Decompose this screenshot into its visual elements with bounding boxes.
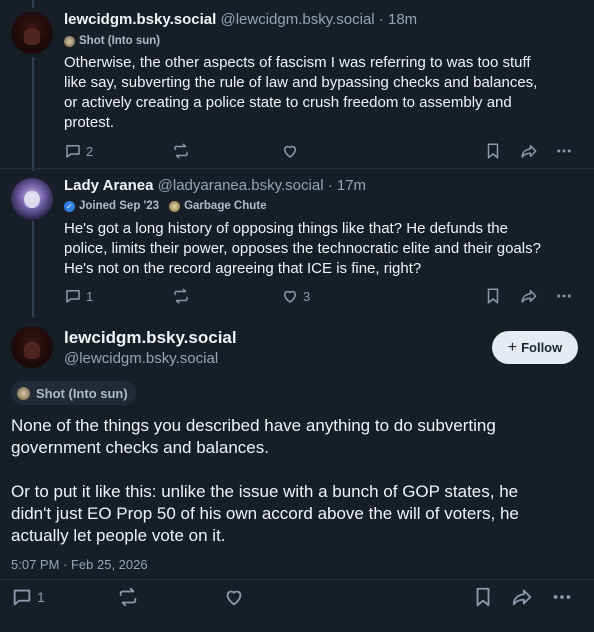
post-header: lewcidgm.bsky.social @lewcidgm.bsky.soci… <box>64 11 417 28</box>
heart-icon <box>226 590 242 606</box>
post-text: None of the things you described have an… <box>11 415 581 459</box>
bookmark-button[interactable] <box>484 142 502 160</box>
shot-badge-icon <box>64 35 75 47</box>
reply-icon <box>13 589 31 606</box>
post-timestamp[interactable]: 5:07 PM · Feb 25, 2026 <box>11 557 148 572</box>
handle[interactable]: @lewcidgm.bsky.social <box>64 350 218 367</box>
bookmark-icon <box>487 143 499 159</box>
follow-button[interactable]: + Follow <box>492 331 578 364</box>
thread-line <box>32 221 34 317</box>
verified-check-icon: ✓ <box>64 200 75 212</box>
avatar[interactable] <box>11 178 53 220</box>
share-icon <box>512 589 532 606</box>
badge-label: Shot (Into sun) <box>79 35 161 47</box>
post-time: · 18m <box>374 11 418 28</box>
handle[interactable]: @ladyaranea.bsky.social <box>158 177 324 194</box>
share-button[interactable] <box>520 142 538 160</box>
post-actions: 1 <box>11 586 591 608</box>
repost-button[interactable] <box>172 142 194 160</box>
reply-button[interactable]: 1 <box>64 287 93 305</box>
avatar[interactable] <box>11 12 53 54</box>
post-text-line: He's not on the record agreeing that ICE… <box>64 260 422 277</box>
follow-label: Follow <box>521 340 563 355</box>
shot-badge-icon <box>17 386 30 400</box>
repost-button[interactable] <box>117 586 139 608</box>
bookmark-icon <box>476 587 490 607</box>
more-options-button[interactable] <box>554 287 574 305</box>
more-dots-icon <box>553 595 571 599</box>
reply-icon <box>66 145 80 158</box>
display-name[interactable]: Lady Aranea <box>64 177 153 194</box>
like-button[interactable] <box>223 586 245 608</box>
profile-badge: Garbage Chute <box>169 200 267 212</box>
badge-row: ✓ Joined Sep '23 Garbage Chute <box>64 200 267 212</box>
reply-icon <box>66 290 80 303</box>
share-button[interactable] <box>511 586 533 608</box>
post-text-line: He's got a long history of opposing thin… <box>64 220 508 237</box>
post-text-line: like say, subverting the rule of law and… <box>64 74 538 91</box>
post-actions: 2 <box>64 142 584 162</box>
post-text-line: protest. <box>64 114 115 131</box>
badge-label: Joined Sep '23 <box>79 200 160 212</box>
post-time: · 17m <box>323 177 367 194</box>
like-button[interactable]: 3 <box>281 287 310 305</box>
profile-badge: ✓ Joined Sep '23 <box>64 200 159 212</box>
more-dots-icon <box>557 294 571 298</box>
post-text-line: police, limits their power, opposes the … <box>64 240 541 257</box>
repost-icon <box>174 143 188 159</box>
post-text: Otherwise, the other aspects of fascism … <box>64 53 537 133</box>
repost-icon <box>119 587 137 607</box>
avatar[interactable] <box>11 326 53 368</box>
badge-label: Garbage Chute <box>184 200 267 212</box>
more-options-button[interactable] <box>554 142 574 160</box>
bookmark-button[interactable] <box>484 287 502 305</box>
share-button[interactable] <box>520 287 538 305</box>
more-options-button[interactable] <box>551 586 573 608</box>
divider <box>0 579 594 580</box>
repost-icon <box>174 288 188 304</box>
share-icon <box>521 145 537 158</box>
post-text: Or to put it like this: unlike the issue… <box>11 481 581 547</box>
garbage-chute-badge-icon <box>169 200 181 212</box>
badge-row: Shot (Into sun) <box>64 35 160 47</box>
reply-button[interactable]: 1 <box>11 586 45 608</box>
post-text-line: Otherwise, the other aspects of fascism … <box>64 54 531 71</box>
post-header: Lady Aranea @ladyaranea.bsky.social · 17… <box>64 177 366 194</box>
divider <box>0 168 594 169</box>
like-count: 3 <box>303 288 311 304</box>
post-text-line: actually let people vote on it. <box>11 526 226 545</box>
badge-label: Shot (Into sun) <box>36 385 128 401</box>
profile-badge: Shot (Into sun) <box>64 35 160 47</box>
post-text-line: government checks and balances. <box>11 438 269 457</box>
profile-badge: Shot (Into sun) <box>11 381 136 405</box>
plus-icon: + <box>507 338 518 356</box>
handle[interactable]: @lewcidgm.bsky.social <box>220 11 374 28</box>
display-name[interactable]: lewcidgm.bsky.social <box>64 328 237 348</box>
thread-line <box>32 57 34 171</box>
heart-icon <box>284 145 296 158</box>
heart-icon <box>284 290 296 303</box>
reply-count: 2 <box>86 143 94 159</box>
share-icon <box>521 290 537 303</box>
reply-button[interactable]: 2 <box>64 142 93 160</box>
thread-line <box>32 0 34 8</box>
bookmark-button[interactable] <box>472 586 494 608</box>
post-text: He's got a long history of opposing thin… <box>64 219 541 279</box>
post-text-line: or actively creating a police state to c… <box>64 94 512 111</box>
post-text-line: Or to put it like this: unlike the issue… <box>11 482 519 501</box>
reply-count: 1 <box>86 288 94 304</box>
post-text-line: None of the things you described have an… <box>11 416 496 435</box>
reply-count: 1 <box>37 589 45 605</box>
post-actions: 1 3 <box>64 287 584 307</box>
like-button[interactable] <box>281 142 303 160</box>
repost-button[interactable] <box>172 287 194 305</box>
display-name[interactable]: lewcidgm.bsky.social <box>64 11 216 28</box>
more-dots-icon <box>557 149 571 153</box>
bookmark-icon <box>487 288 499 304</box>
post-text-line: didn't just EO Prop 50 of his own accord… <box>11 504 519 523</box>
